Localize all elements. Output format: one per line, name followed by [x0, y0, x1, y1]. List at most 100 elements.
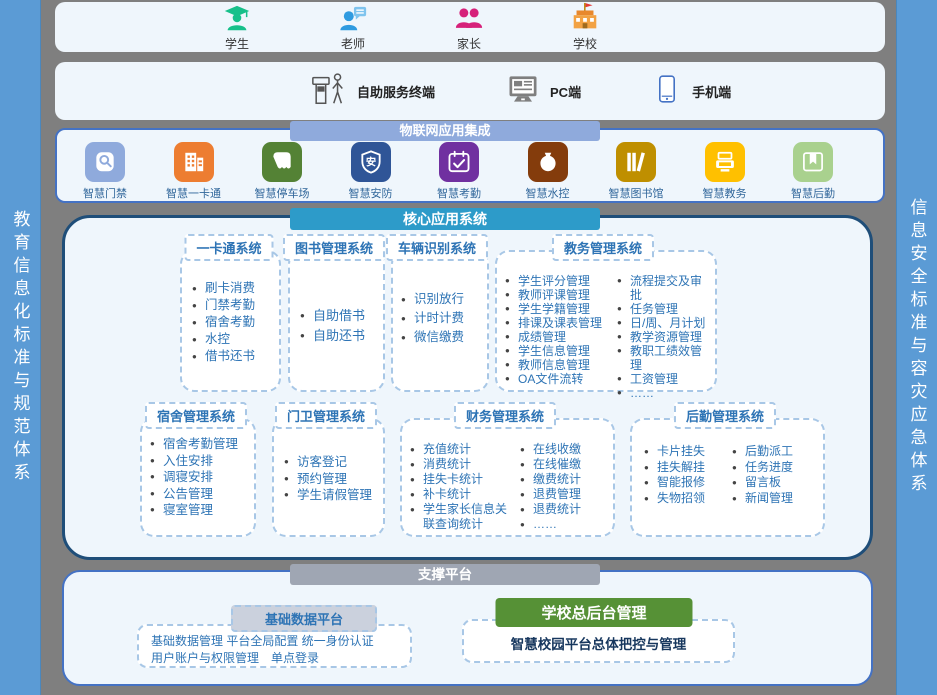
attendance-item[interactable]: 智慧考勤: [419, 142, 499, 201]
list-item: ●教学资源管理: [617, 330, 713, 344]
door-access-item[interactable]: 智慧门禁: [65, 142, 145, 201]
bullet-icon: ●: [617, 302, 630, 316]
student-item[interactable]: 学生: [205, 2, 269, 52]
list-item: ●挂失卡统计: [410, 472, 518, 487]
iot-label: 智慧考勤: [437, 185, 481, 201]
list-item: ●水控: [192, 331, 277, 348]
bullet-icon: ●: [732, 475, 745, 491]
list-item: ●访客登记: [284, 454, 379, 471]
security-item[interactable]: 安智慧安防: [331, 142, 411, 201]
list-item: ●学生信息管理: [505, 344, 619, 358]
teacher-item[interactable]: 老师: [321, 2, 385, 52]
system-title-vehicle: 车辆识别系统: [386, 234, 488, 261]
pc-icon: [505, 71, 541, 112]
list-item-label: 识别放行: [414, 290, 464, 309]
list-item: ●排课及课表管理: [505, 316, 619, 330]
system-item-list: ●在线收缴●在线催缴●缴费统计●退费管理●退费统计●……: [520, 442, 608, 532]
bullet-icon: ●: [520, 502, 533, 517]
list-item-label: 任务管理: [630, 302, 678, 316]
user-label: 学校: [573, 35, 597, 52]
list-item: ●后勤派工: [732, 444, 818, 460]
support-section: 基础数据平台 基础数据管理 平台全局配置 统一身份认证 用户账户与权限管理 单点…: [62, 570, 873, 686]
list-item-label: 计时计费: [414, 309, 464, 328]
list-item: ●宿舍考勤管理: [150, 436, 250, 453]
academic-item[interactable]: 智慧教务: [685, 142, 765, 201]
list-item-label: 缴费统计: [533, 472, 581, 487]
onecard-item[interactable]: 智慧一卡通: [154, 142, 234, 201]
list-item-label: 补卡统计: [423, 487, 471, 502]
water-item[interactable]: 智慧水控: [508, 142, 588, 201]
pc-item[interactable]: PC端: [505, 71, 581, 112]
onecard-icon: [174, 142, 214, 182]
system-item-list: ●卡片挂失●挂失解挂●智能报修●失物招领: [644, 444, 726, 506]
bullet-icon: ●: [520, 442, 533, 457]
list-item: ●教师信息管理: [505, 358, 619, 372]
system-title-academic: 教务管理系统: [552, 234, 654, 261]
list-item-label: 门禁考勤: [205, 297, 255, 314]
system-title-finance: 财务管理系统: [454, 402, 556, 429]
list-item-label: 学生学籍管理: [518, 302, 590, 316]
bullet-icon: ●: [300, 326, 313, 346]
library-item[interactable]: 智慧图书馆: [596, 142, 676, 201]
list-item-label: 排课及课表管理: [518, 316, 602, 330]
bullet-icon: ●: [505, 316, 518, 330]
system-item-list: ●识别放行●计时计费●微信缴费: [401, 290, 486, 347]
bullet-icon: ●: [732, 444, 745, 460]
logistics-item[interactable]: 智慧后勤: [773, 142, 853, 201]
phone-item[interactable]: 手机端: [651, 73, 731, 110]
bullet-icon: ●: [401, 328, 414, 347]
kiosk-item[interactable]: 自助服务终端: [310, 70, 435, 113]
bullet-icon: ●: [617, 344, 630, 372]
core-section-header: 核心应用系统: [290, 208, 600, 230]
bullet-icon: ●: [520, 472, 533, 487]
iot-label: 智慧教务: [703, 185, 747, 201]
list-item: ●教职工绩效管理: [617, 344, 713, 372]
iot-label: 智慧一卡通: [166, 185, 221, 201]
list-item: ●卡片挂失: [644, 444, 726, 460]
iot-section-header: 物联网应用集成: [290, 121, 600, 141]
bullet-icon: ●: [410, 442, 423, 457]
security-icon: 安: [351, 142, 391, 182]
bullet-icon: ●: [300, 306, 313, 326]
bullet-icon: ●: [520, 517, 533, 532]
list-item: ●在线收缴: [520, 442, 608, 457]
list-item: ●退费统计: [520, 502, 608, 517]
list-item-label: 寝室管理: [163, 502, 213, 519]
list-item: ●充值统计: [410, 442, 518, 457]
bullet-icon: ●: [410, 472, 423, 487]
bullet-icon: ●: [284, 471, 297, 488]
list-item: ●借书还书: [192, 348, 277, 365]
basic-data-platform-line2: 用户账户与权限管理 单点登录: [151, 650, 410, 667]
parents-icon: [454, 2, 484, 34]
parents-item[interactable]: 家长: [437, 2, 501, 52]
system-title-library: 图书管理系统: [283, 234, 385, 261]
system-box-logistics: ●卡片挂失●挂失解挂●智能报修●失物招领●后勤派工●任务进度●留言板●新闻管理: [630, 418, 825, 537]
system-item-list: ●刷卡消费●门禁考勤●宿舍考勤●水控●借书还书: [192, 280, 277, 365]
list-item-label: 学生家长信息关联查询统计: [423, 502, 518, 532]
basic-data-platform-line1: 基础数据管理 平台全局配置 统一身份认证: [151, 633, 410, 650]
list-item: ●教师评课管理: [505, 288, 619, 302]
list-item-label: 工资管理: [630, 372, 678, 386]
user-label: 老师: [341, 35, 365, 52]
iot-label: 智慧图书馆: [609, 185, 664, 201]
list-item: ●在线催缴: [520, 457, 608, 472]
smart-campus-architecture-diagram: 教育信息化标准与规范体系 信息安全标准与容灾应急体系 学生老师家长学校 自助服务…: [0, 0, 937, 695]
parking-item[interactable]: 智慧停车场: [242, 142, 322, 201]
list-item-label: 任务进度: [745, 460, 793, 476]
iot-label: 智慧安防: [349, 185, 393, 201]
list-item-label: 挂失解挂: [657, 460, 705, 476]
list-item-label: 宿舍考勤管理: [163, 436, 238, 453]
library-icon: [616, 142, 656, 182]
list-item: ●计时计费: [401, 309, 486, 328]
list-item: ●预约管理: [284, 471, 379, 488]
school-item[interactable]: 学校: [553, 2, 617, 52]
list-item: ●流程提交及审批: [617, 274, 713, 302]
iot-label: 智慧停车场: [255, 185, 310, 201]
list-item: ●学生家长信息关联查询统计: [410, 502, 518, 532]
list-item-label: 学生评分管理: [518, 274, 590, 288]
bullet-icon: ●: [505, 372, 518, 386]
list-item-label: 自助还书: [313, 326, 365, 346]
iot-label: 智慧门禁: [83, 185, 127, 201]
list-item-label: 消费统计: [423, 457, 471, 472]
list-item-label: 公告管理: [163, 486, 213, 503]
